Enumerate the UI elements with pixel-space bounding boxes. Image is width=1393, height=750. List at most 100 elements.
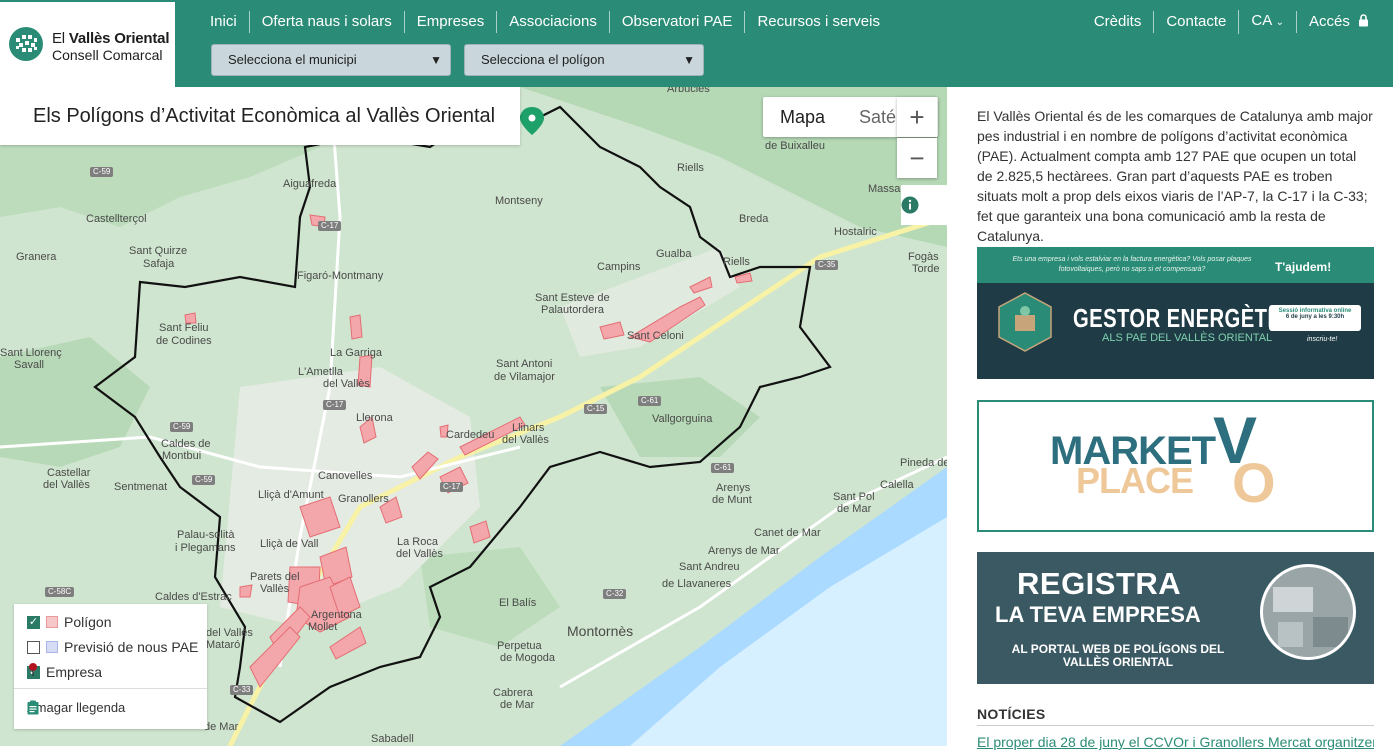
- town-label: de Munt: [712, 494, 752, 506]
- nav-empreses[interactable]: Empreses: [403, 11, 497, 33]
- town-label: Aiguafreda: [283, 178, 337, 190]
- site-header: El Vallès Oriental Consell Comarcal Inic…: [0, 0, 1393, 87]
- road-badge: C-59: [90, 167, 114, 177]
- empresa-marker: [520, 107, 544, 135]
- town-label: Palau-solità: [177, 529, 235, 541]
- banner-question: Ets una empresa i vols estalviar en la f…: [1012, 256, 1252, 273]
- town-label: del Vallès: [206, 627, 253, 639]
- town-label: El Balís: [499, 597, 537, 609]
- legend-item-previsio[interactable]: Previsió de nous PAE: [27, 637, 198, 657]
- map[interactable]: Els Polígons d’Activitat Econòmica al Va…: [0, 87, 947, 746]
- town-label: Sant Antoni: [496, 358, 553, 370]
- nav-observatori[interactable]: Observatori PAE: [608, 11, 745, 33]
- town-label: del Vallès: [43, 479, 90, 491]
- town-label: Llerona: [356, 412, 393, 424]
- town-label: Montseny: [495, 195, 543, 207]
- map-type-map-button[interactable]: Mapa: [763, 97, 842, 137]
- town-label: Castellar: [47, 467, 91, 479]
- legend-item-poligon[interactable]: ✓ Polígon: [27, 612, 111, 632]
- sidebar: El Vallès Oriental és de les comarques d…: [977, 87, 1374, 750]
- town-label: de Mar: [837, 503, 872, 515]
- banner-marketplace[interactable]: MARKET PLACE V O: [977, 400, 1374, 532]
- hide-legend-button[interactable]: Amagar llegenda: [27, 700, 125, 715]
- town-label: del Vallès: [502, 434, 549, 446]
- language-selector[interactable]: CA ⌄: [1238, 10, 1296, 34]
- info-button[interactable]: [901, 185, 947, 225]
- clipboard-icon: [27, 700, 39, 715]
- town-label: Savall: [14, 359, 44, 371]
- registra-line1: REGISTRA: [1017, 566, 1182, 601]
- town-label: de Buixalleu: [765, 140, 825, 152]
- login-link[interactable]: Accés: [1295, 11, 1381, 33]
- legend-swatch-poligon: [46, 616, 58, 628]
- municipi-select[interactable]: Selecciona el municipi ▼: [211, 44, 451, 76]
- town-label: Campins: [597, 261, 641, 273]
- poligon-select[interactable]: Selecciona el polígon ▼: [464, 44, 704, 76]
- town-label: Sant Andreu: [679, 561, 740, 573]
- town-label: Riells: [677, 162, 704, 174]
- town-label: Sant Pol: [833, 491, 875, 503]
- registra-line3: AL PORTAL WEB DE POLÍGONS DEL: [1011, 642, 1225, 656]
- town-label: i Plegamans: [175, 542, 236, 554]
- town-label: Canovelles: [318, 470, 373, 482]
- checkbox-poligon[interactable]: ✓: [27, 615, 40, 629]
- registra-line4: VALLÈS ORIENTAL: [1062, 655, 1174, 669]
- town-label: Caldes de: [161, 438, 211, 450]
- town-label: Calella: [880, 479, 914, 491]
- legend-item-empresa[interactable]: ✓ Empresa: [27, 662, 102, 682]
- town-label: Arenys de Mar: [708, 545, 780, 557]
- secondary-nav: Crèdits Contacte CA ⌄ Accés: [1082, 10, 1381, 34]
- road-badge: C-58C: [45, 587, 75, 597]
- banner-gestor-energetic[interactable]: Ets una empresa i vols estalviar en la f…: [977, 247, 1374, 379]
- zoom-out-button[interactable]: −: [897, 138, 937, 178]
- town-label: Sant Llorenç: [0, 347, 62, 359]
- news-divider: [977, 725, 1374, 726]
- town-label: Vallès: [260, 583, 290, 595]
- town-label: de Mar: [500, 699, 535, 711]
- checkbox-previsio[interactable]: [27, 640, 40, 654]
- road-badge: C-59: [192, 475, 216, 485]
- town-label: de Codines: [156, 335, 212, 347]
- town-label: Pineda de: [900, 457, 947, 469]
- town-label: Torde: [912, 263, 940, 275]
- road-badge: C-61: [638, 396, 662, 406]
- town-label: Sant Quirze: [129, 245, 188, 257]
- town-label: Granollers: [338, 493, 389, 505]
- town-label: Mollet: [308, 621, 338, 633]
- map-legend: ✓ Polígon Previsió de nous PAE ✓ Empresa…: [14, 604, 207, 729]
- zoom-in-button[interactable]: +: [897, 97, 937, 137]
- market-o-letter: O: [1232, 451, 1276, 514]
- town-label: Massa: [868, 183, 901, 195]
- road-badge: C-33: [230, 685, 254, 695]
- town-label: Caldes d'Estrac: [155, 591, 232, 603]
- nav-contact[interactable]: Contacte: [1153, 11, 1238, 33]
- nav-recursos[interactable]: Recursos i serveis: [744, 11, 892, 33]
- town-label: del Vallès: [396, 548, 443, 560]
- town-label: Arbúcies: [667, 87, 710, 95]
- town-label: Granera: [16, 251, 57, 263]
- town-label: Lliçà d'Amunt: [258, 489, 324, 501]
- town-label: Sant Feliu: [159, 322, 209, 334]
- nav-credits[interactable]: Crèdits: [1082, 11, 1154, 33]
- news-item-link[interactable]: El proper dia 28 de juny el CCVOr i Gran…: [977, 734, 1374, 750]
- town-label: Argentona: [311, 609, 362, 621]
- hexagon-icon: [998, 292, 1052, 352]
- town-label: Breda: [739, 213, 769, 225]
- logo[interactable]: El Vallès Oriental Consell Comarcal: [0, 2, 175, 87]
- map-title: Els Polígons d’Activitat Econòmica al Va…: [0, 87, 520, 145]
- main-nav: Inici Oferta naus i solars Empreses Asso…: [198, 10, 892, 34]
- lock-icon: [1359, 14, 1368, 27]
- legend-swatch-previsio: [46, 641, 58, 653]
- nav-inici[interactable]: Inici: [198, 11, 249, 33]
- nav-oferta-naus[interactable]: Oferta naus i solars: [248, 11, 404, 33]
- nav-associacions[interactable]: Associacions: [496, 11, 609, 33]
- chevron-down-icon: ▼: [430, 53, 442, 67]
- banner-registra-empresa[interactable]: REGISTRA LA TEVA EMPRESA AL PORTAL WEB D…: [977, 552, 1374, 684]
- town-label: Hostalric: [834, 226, 877, 238]
- town-label: Gualba: [656, 248, 692, 260]
- chevron-down-icon: ▼: [683, 53, 695, 67]
- town-label: Sant Celoni: [627, 330, 684, 342]
- road-badge: C-17: [440, 482, 464, 492]
- town-label: Lliçà de Vall: [260, 538, 319, 550]
- logo-subtitle: Consell Comarcal: [52, 47, 163, 63]
